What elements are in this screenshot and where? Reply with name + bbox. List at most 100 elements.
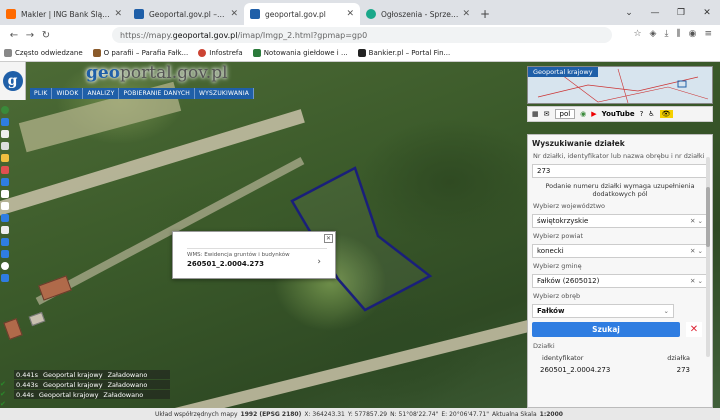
menu-widok[interactable]: WIDOK bbox=[52, 88, 84, 99]
close-tab-icon[interactable]: ✕ bbox=[346, 9, 354, 19]
menu-wyszukiwania[interactable]: WYSZUKIWANIA bbox=[195, 88, 255, 99]
parcel-id-input[interactable]: 273 bbox=[532, 164, 708, 178]
nav-up-icon[interactable] bbox=[1, 238, 9, 246]
bookmark-item[interactable]: Notowania giełdowe i ... bbox=[252, 49, 348, 57]
nav-down-icon[interactable] bbox=[1, 250, 9, 258]
table-row[interactable]: 260501_2.0004.273 273 bbox=[528, 364, 712, 376]
url-host: geoportal.gov.pl bbox=[172, 30, 238, 40]
settings-icon[interactable]: ◉ bbox=[580, 110, 586, 118]
load-service: Geoportal krajowy bbox=[43, 370, 103, 379]
eye-icon[interactable]: 👁 bbox=[659, 110, 673, 118]
draw-icon[interactable] bbox=[1, 166, 9, 174]
library-icon[interactable]: ⫼ bbox=[676, 29, 680, 39]
reload-icon[interactable]: ↻ bbox=[38, 30, 54, 41]
crs-value[interactable]: 1992 (EPSG 2180) bbox=[241, 411, 302, 418]
bookmark-item[interactable]: Bankier.pl – Portal Fin... bbox=[357, 49, 451, 57]
close-tab-icon[interactable]: ✕ bbox=[462, 9, 470, 19]
minimize-icon[interactable]: — bbox=[642, 0, 668, 25]
language-select[interactable]: pol bbox=[554, 109, 576, 119]
clear-chevron-icon[interactable]: ✕ ⌄ bbox=[690, 277, 703, 285]
toolbar-icons: ☆ ◈ ⤓ ⫼ ◉ ≡ bbox=[633, 29, 712, 39]
commune-select[interactable]: Fałków (2605012) ✕ ⌄ bbox=[532, 274, 708, 288]
chevron-down-icon[interactable]: ⌄ bbox=[664, 307, 669, 315]
close-window-icon[interactable]: ✕ bbox=[694, 0, 720, 25]
youtube-icon[interactable]: ▶ bbox=[591, 110, 596, 118]
measure-icon[interactable] bbox=[1, 130, 9, 138]
contact-icon[interactable]: ✉ bbox=[544, 110, 550, 118]
bookmark-item[interactable]: Infostrefa bbox=[198, 49, 243, 57]
clear-search-button[interactable]: ✕ bbox=[686, 322, 702, 337]
ing-favicon-icon bbox=[6, 9, 16, 19]
load-time: 0.443s bbox=[16, 380, 38, 389]
geoportal-favicon-icon bbox=[134, 9, 144, 19]
print-icon[interactable] bbox=[1, 142, 9, 150]
crs-label: Układ współrzędnych mapy bbox=[155, 410, 238, 418]
fullscreen-icon[interactable] bbox=[1, 274, 9, 282]
load-status-list: 0.441s Geoportal krajowy Załadowano 0.44… bbox=[14, 370, 170, 400]
browser-tab-3[interactable]: geoportal.gov.pl ✕ bbox=[244, 3, 360, 25]
precinct-select[interactable]: Fałków ⌄ bbox=[532, 304, 674, 318]
pan-icon[interactable] bbox=[1, 178, 9, 186]
browser-tab-1[interactable]: Makler | ING Bank Śląski ✕ bbox=[0, 3, 128, 25]
new-tab-button[interactable]: + bbox=[476, 3, 494, 25]
bookmark-item[interactable]: O parafii – Parafia Fałk... bbox=[92, 49, 188, 57]
coord-x: X: 364243.31 bbox=[304, 410, 345, 418]
layers-icon[interactable] bbox=[1, 118, 9, 126]
menu-analizy[interactable]: ANALIZY bbox=[83, 88, 120, 99]
history-icon[interactable] bbox=[1, 214, 9, 222]
browser-tab-2[interactable]: Geoportal.gov.pl – Geoportal Infr... ✕ bbox=[128, 3, 244, 25]
tab-title: Makler | ING Bank Śląski bbox=[21, 9, 111, 19]
bookmark-star-icon[interactable]: ☆ bbox=[633, 29, 641, 39]
download-icon[interactable]: ⤓ bbox=[664, 29, 668, 39]
address-bar[interactable]: https://mapy. geoportal.gov.pl/imap/Imgp_… bbox=[112, 27, 612, 43]
close-popup-icon[interactable]: ✕ bbox=[324, 234, 333, 243]
area-icon[interactable] bbox=[1, 154, 9, 162]
load-row: 0.44s Geoportal krajowy Załadowano bbox=[14, 390, 170, 399]
youtube-label[interactable]: YouTube bbox=[602, 110, 635, 118]
list-tabs-icon[interactable]: ⌄ bbox=[616, 0, 642, 25]
zoom-in-icon[interactable] bbox=[1, 190, 9, 198]
locate-icon[interactable] bbox=[1, 262, 9, 270]
logo-mark: g bbox=[2, 71, 23, 91]
pocket-icon[interactable]: ◈ bbox=[650, 29, 657, 39]
menu-pobieranie[interactable]: POBIERANIE DANYCH bbox=[119, 88, 196, 99]
zoom-out-icon[interactable] bbox=[1, 202, 9, 210]
close-tab-icon[interactable]: ✕ bbox=[114, 9, 122, 19]
parish-icon bbox=[92, 49, 101, 57]
forward-icon[interactable]: → bbox=[22, 30, 38, 41]
browser-tab-4[interactable]: Ogłoszenia - Sprzedam, kupię on... ✕ bbox=[360, 3, 476, 25]
popup-body[interactable]: WMS: Ewidencja gruntów i budynków 260501… bbox=[187, 248, 327, 276]
search-button[interactable]: Szukaj bbox=[532, 322, 680, 337]
geoportal-logo[interactable]: g bbox=[0, 62, 26, 100]
window-controls: ⌄ — ❐ ✕ bbox=[616, 0, 720, 25]
clear-chevron-icon[interactable]: ✕ ⌄ bbox=[690, 247, 703, 255]
check-icon: ✔ bbox=[0, 390, 6, 398]
panel-scrollbar[interactable] bbox=[706, 157, 710, 357]
help-icon[interactable]: ? bbox=[640, 110, 644, 118]
close-tab-icon[interactable]: ✕ bbox=[230, 9, 238, 19]
streetview-icon[interactable] bbox=[1, 226, 9, 234]
menu-plik[interactable]: PLIK bbox=[30, 88, 53, 99]
results-header: identyfikator działka bbox=[528, 352, 712, 364]
bookmark-label: Bankier.pl – Portal Fin... bbox=[368, 49, 451, 57]
precinct-value: Fałków bbox=[537, 307, 565, 315]
col-dzialka[interactable]: działka bbox=[667, 354, 690, 362]
overview-map[interactable]: Geoportal krajowy bbox=[527, 66, 713, 104]
bookmarks-bar: Często odwiedzane O parafii – Parafia Fa… bbox=[0, 45, 720, 62]
clear-chevron-icon[interactable]: ✕ ⌄ bbox=[690, 217, 703, 225]
restore-icon[interactable]: ❐ bbox=[668, 0, 694, 25]
account-icon[interactable]: ◉ bbox=[689, 29, 697, 39]
info-icon[interactable] bbox=[1, 106, 9, 114]
bookmark-item[interactable]: Często odwiedzane bbox=[4, 49, 83, 57]
browser-tab-bar: Makler | ING Bank Śląski ✕ Geoportal.gov… bbox=[0, 0, 720, 25]
scale-value[interactable]: 1:2000 bbox=[540, 411, 563, 418]
back-icon[interactable]: ← bbox=[6, 30, 22, 41]
calculator-icon[interactable]: ▦ bbox=[532, 110, 539, 118]
tab-title: Geoportal.gov.pl – Geoportal Infr... bbox=[149, 9, 226, 19]
menu-icon[interactable]: ≡ bbox=[704, 29, 712, 39]
county-select[interactable]: konecki ✕ ⌄ bbox=[532, 244, 708, 258]
col-identyfikator[interactable]: identyfikator bbox=[542, 354, 583, 362]
voivodeship-select[interactable]: świętokrzyskie ✕ ⌄ bbox=[532, 214, 708, 228]
accessibility-icon[interactable]: ♿ bbox=[648, 110, 654, 118]
chevron-right-icon[interactable]: › bbox=[317, 257, 321, 267]
